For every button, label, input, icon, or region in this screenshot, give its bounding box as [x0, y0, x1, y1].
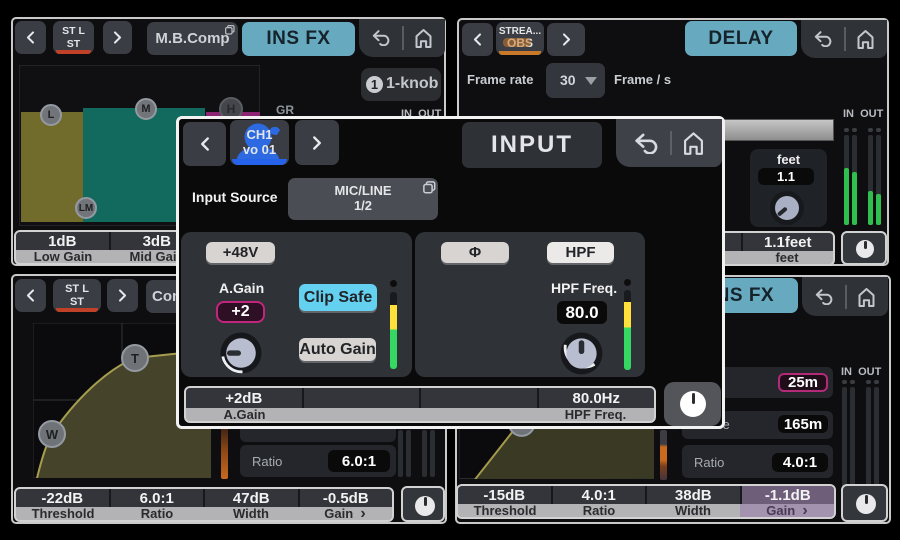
svg-text:T: T — [131, 351, 139, 366]
svg-text:W: W — [46, 427, 59, 442]
